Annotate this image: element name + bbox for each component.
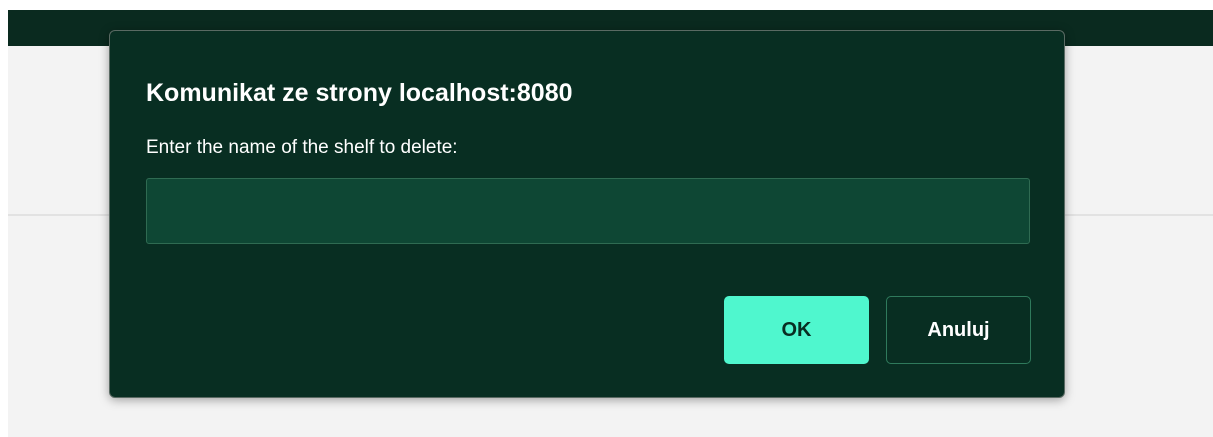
browser-page: Komunikat ze strony localhost:8080 Enter… bbox=[0, 0, 1213, 437]
dialog-message: Enter the name of the shelf to delete: bbox=[146, 137, 458, 158]
dialog-title: Komunikat ze strony localhost:8080 bbox=[146, 79, 573, 107]
ok-button[interactable]: OK bbox=[724, 296, 869, 364]
cancel-button[interactable]: Anuluj bbox=[886, 296, 1031, 364]
prompt-dialog: Komunikat ze strony localhost:8080 Enter… bbox=[109, 30, 1065, 398]
shelf-name-input[interactable] bbox=[146, 178, 1030, 244]
